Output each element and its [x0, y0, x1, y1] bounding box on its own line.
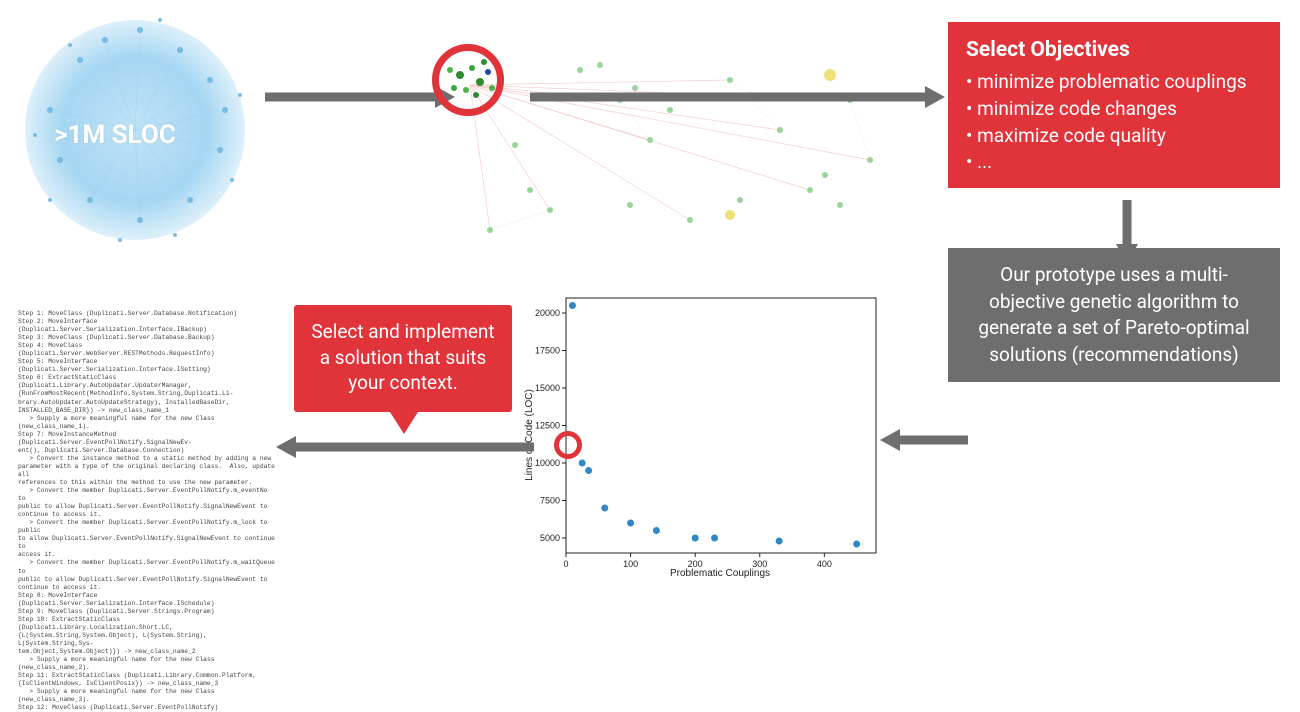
pareto-point — [569, 302, 576, 309]
objective-item: minimize problematic couplings — [966, 69, 1262, 96]
chart-xlabel: Problematic Couplings — [670, 568, 770, 579]
svg-text:15000: 15000 — [535, 383, 560, 393]
objectives-title: Select Objectives — [966, 36, 1262, 65]
arrow-algorithm-to-pareto — [880, 425, 968, 455]
pareto-point — [601, 505, 608, 512]
sloc-badge: >1M SLOC — [25, 120, 205, 150]
svg-text:10000: 10000 — [535, 458, 560, 468]
pareto-point — [692, 535, 699, 542]
svg-text:0: 0 — [563, 559, 568, 569]
svg-text:400: 400 — [817, 559, 832, 569]
pareto-point — [853, 541, 860, 548]
select-solution-callout: Select and implement a solution that sui… — [294, 305, 512, 412]
refactoring-steps: Step 1: MoveClass (Duplicati.Server.Data… — [18, 310, 278, 712]
arrow-zoom-to-objectives — [530, 82, 945, 102]
pareto-point — [653, 527, 660, 534]
svg-text:5000: 5000 — [540, 533, 560, 543]
objectives-box: Select Objectives minimize problematic c… — [948, 22, 1280, 188]
pareto-point — [579, 460, 586, 467]
svg-text:7500: 7500 — [540, 496, 560, 506]
pareto-point — [585, 467, 592, 474]
algorithm-description: Our prototype uses a multi-objective gen… — [948, 248, 1280, 382]
svg-text:12500: 12500 — [535, 421, 560, 431]
selected-solution-highlight — [554, 431, 582, 459]
svg-text:20000: 20000 — [535, 308, 560, 318]
objective-item: minimize code changes — [966, 96, 1262, 123]
problem-cluster-highlight — [432, 44, 504, 116]
pareto-point — [627, 520, 634, 527]
svg-text:300: 300 — [752, 559, 767, 569]
objective-item: maximize code quality — [966, 123, 1262, 150]
svg-text:200: 200 — [688, 559, 703, 569]
svg-text:100: 100 — [623, 559, 638, 569]
arrow-chart-to-steps — [276, 432, 534, 462]
pareto-point — [776, 538, 783, 545]
arrow-codebase-to-zoom — [265, 82, 455, 98]
objectives-list: minimize problematic couplings minimize … — [966, 69, 1262, 175]
pareto-point — [711, 535, 718, 542]
workflow-top-row: >1M SLOC — [0, 0, 1300, 290]
objective-item: ... — [966, 149, 1262, 176]
svg-text:17500: 17500 — [535, 346, 560, 356]
